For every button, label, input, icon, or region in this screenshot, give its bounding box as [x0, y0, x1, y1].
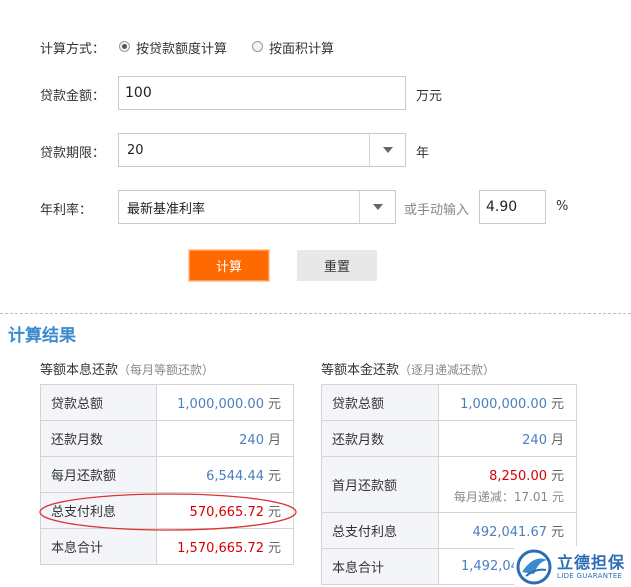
row-value: 1,000,000.00	[177, 397, 264, 412]
brand-name-cn: 立德担保	[557, 552, 626, 572]
brand-watermark: 立德担保 LIDE GUARANTEE	[514, 546, 631, 587]
loan-term-value: 20	[127, 142, 144, 158]
row-key: 本息合计	[321, 548, 439, 585]
table-row: 还款月数 240 月	[40, 420, 294, 457]
radio-by-amount[interactable]	[119, 41, 130, 52]
calculate-button[interactable]: 计算	[189, 250, 269, 281]
row-unit: 元	[550, 468, 564, 484]
row-unit: 元	[550, 525, 564, 540]
row-value-cell: 492,041.67 元	[438, 512, 577, 549]
left-heading-sub: （每月等额还款）	[118, 363, 215, 377]
result-title: 计算结果	[8, 326, 76, 346]
loan-amount-label: 贷款金额：	[40, 89, 106, 104]
row-value-cell: 8,250.00 元 每月递减：17.01 元	[438, 456, 577, 513]
row-value: 240	[522, 433, 547, 448]
rate-select[interactable]: 最新基准利率	[118, 190, 396, 224]
row-value: 1,570,665.72	[177, 541, 264, 556]
row-key: 贷款总额	[321, 384, 439, 421]
left-table-heading: 等额本息还款（每月等额还款）	[40, 359, 214, 378]
row-unit: 元	[550, 397, 564, 412]
row-value: 8,250.00	[489, 468, 547, 484]
radio-by-area[interactable]	[252, 41, 263, 52]
row-value: 492,041.67	[472, 525, 547, 540]
brand-logo-icon	[516, 549, 552, 584]
table-row: 贷款总额 1,000,000.00 元	[321, 384, 577, 421]
table-row: 总支付利息 492,041.67 元	[321, 512, 577, 549]
radio-by-area-label[interactable]: 按面积计算	[269, 38, 334, 57]
loan-amount-input[interactable]: 100	[118, 76, 406, 110]
chevron-down-icon[interactable]	[359, 191, 395, 223]
row-key: 每月还款额	[40, 456, 157, 493]
row-value-cell: 240 月	[156, 420, 294, 457]
rate-select-value: 最新基准利率	[127, 201, 206, 217]
row-unit: 元	[267, 469, 281, 484]
loan-amount-unit: 万元	[416, 89, 443, 104]
row-unit: 元	[267, 541, 281, 556]
row-value-cell: 6,544.44 元	[156, 456, 294, 493]
row-value-cell: 1,000,000.00 元	[438, 384, 577, 421]
chevron-down-icon[interactable]	[369, 134, 405, 166]
row-value-cell: 240 月	[438, 420, 577, 457]
row-value: 240	[239, 433, 264, 448]
table-row: 每月还款额 6,544.44 元	[40, 456, 294, 493]
row-key: 首月还款额	[321, 456, 439, 513]
loan-term-unit: 年	[416, 146, 430, 161]
highlight-ellipse	[39, 493, 297, 531]
rate-label: 年利率：	[40, 203, 93, 218]
right-table-heading: 等额本金还款（逐月递减还款）	[321, 359, 495, 378]
row-value: 6,544.44	[206, 469, 264, 484]
left-result-table: 贷款总额 1,000,000.00 元 还款月数 240 月 每月还款额 6,544…	[40, 384, 294, 565]
radio-by-amount-label[interactable]: 按贷款额度计算	[136, 38, 227, 57]
rate-manual-hint: 或手动输入	[404, 203, 470, 218]
loan-term-label: 贷款期限：	[40, 146, 106, 161]
section-divider	[0, 313, 631, 314]
row-unit: 月	[550, 433, 564, 448]
row-value: 1,000,000.00	[460, 397, 547, 412]
rate-manual-input[interactable]: 4.90	[479, 190, 546, 224]
table-row: 还款月数 240 月	[321, 420, 577, 457]
row-unit: 月	[267, 433, 281, 448]
rate-unit: %	[556, 199, 569, 214]
reset-button[interactable]: 重置	[297, 250, 377, 281]
row-value-cell: 1,000,000.00 元	[156, 384, 294, 421]
right-heading-text: 等额本金还款	[321, 363, 400, 378]
row-key: 贷款总额	[40, 384, 157, 421]
calc-method-label: 计算方式：	[40, 42, 106, 57]
row-key: 总支付利息	[321, 512, 439, 549]
row-key: 还款月数	[40, 420, 157, 457]
row-unit: 元	[267, 397, 281, 412]
right-heading-sub: （逐月递减还款）	[399, 363, 496, 377]
row-key: 还款月数	[321, 420, 439, 457]
table-row: 贷款总额 1,000,000.00 元	[40, 384, 294, 421]
row-value: 1,492,04	[461, 559, 519, 574]
row-note: 每月递减：17.01 元	[453, 489, 564, 504]
table-row: 首月还款额 8,250.00 元 每月递减：17.01 元	[321, 456, 577, 513]
left-heading-text: 等额本息还款	[40, 363, 119, 378]
brand-name-en: LIDE GUARANTEE	[557, 571, 623, 580]
loan-term-select[interactable]: 20	[118, 133, 406, 167]
